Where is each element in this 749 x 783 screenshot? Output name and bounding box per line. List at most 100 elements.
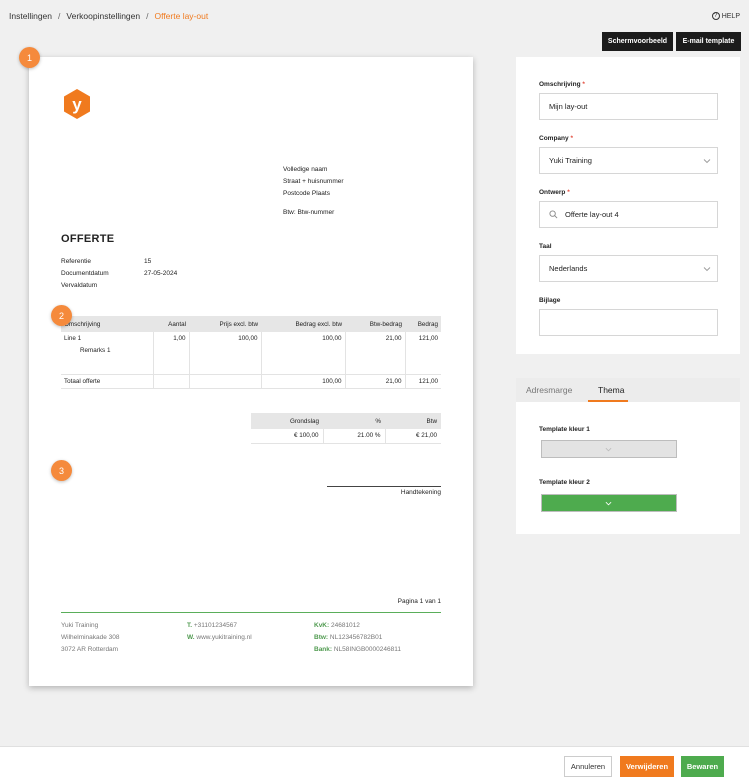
table-row: Line 1 Remarks 1 1,00 100,00 100,00 21,0… bbox=[61, 332, 441, 375]
taal-select[interactable]: Nederlands bbox=[539, 255, 718, 282]
screen-preview-button[interactable]: Schermvoorbeeld bbox=[602, 32, 673, 51]
tab-thema[interactable]: Thema bbox=[598, 385, 624, 395]
total-amount: 121,00 bbox=[404, 374, 441, 389]
table-total-row: Totaal offerte 100,00 21,00 121,00 bbox=[61, 374, 441, 389]
taal-label: Taal bbox=[539, 243, 552, 250]
column-header: Bedrag bbox=[405, 316, 441, 332]
line-remark: Remarks 1 bbox=[80, 347, 111, 354]
meta-label: Documentdatum bbox=[61, 270, 109, 277]
footer-contact-block: T. +31101234567 W. www.yukitraining.nl bbox=[187, 620, 252, 644]
breadcrumb: Instellingen / Verkoopinstellingen / Off… bbox=[9, 11, 208, 21]
active-tab-indicator bbox=[588, 400, 628, 402]
footer-web: www.yukitraining.nl bbox=[196, 634, 252, 641]
top-bar: Instellingen / Verkoopinstellingen / Off… bbox=[0, 0, 749, 34]
section-marker-1[interactable]: 1 bbox=[19, 47, 40, 68]
tab-adresmarge[interactable]: Adresmarge bbox=[526, 385, 572, 395]
meta-label: Vervaldatum bbox=[61, 282, 98, 289]
search-icon bbox=[549, 210, 558, 219]
ontwerp-label: Ontwerp * bbox=[539, 189, 570, 196]
ontwerp-value: Offerte lay-out 4 bbox=[565, 210, 619, 219]
company-select[interactable]: Yuki Training bbox=[539, 147, 718, 174]
line-amount: 121,00 bbox=[404, 332, 441, 375]
total-amount-excl: 100,00 bbox=[260, 374, 345, 389]
total-vat-amount: 21,00 bbox=[344, 374, 405, 389]
column-header: Btw-bedrag bbox=[345, 316, 405, 332]
footer-phone: +31101234567 bbox=[193, 622, 237, 629]
template-color-1-label: Template kleur 1 bbox=[539, 426, 590, 433]
column-header: Prijs excl. btw bbox=[189, 316, 261, 332]
logo-letter: y bbox=[72, 95, 82, 114]
company-label: Company * bbox=[539, 135, 573, 142]
breadcrumb-item-verkoopinstellingen[interactable]: Verkoopinstellingen bbox=[66, 11, 140, 21]
cancel-button[interactable]: Annuleren bbox=[564, 756, 612, 777]
chevron-down-icon bbox=[703, 159, 711, 164]
chevron-down-icon bbox=[605, 501, 612, 506]
address-name: Volledige naam bbox=[283, 166, 328, 173]
footer-bank: NL58INGB0000246811 bbox=[333, 646, 401, 653]
action-bar: Annuleren Verwijderen Bewaren bbox=[0, 746, 749, 783]
breadcrumb-separator: / bbox=[58, 11, 61, 21]
chevron-down-icon bbox=[703, 267, 711, 272]
document-preview: y Volledige naam Straat + huisnummer Pos… bbox=[29, 57, 473, 686]
address-street: Straat + huisnummer bbox=[283, 178, 344, 185]
table-row: € 100,00 21.00 % € 21,00 bbox=[251, 429, 441, 444]
ontwerp-search-field[interactable]: Offerte lay-out 4 bbox=[539, 201, 718, 228]
template-color-2-picker[interactable] bbox=[541, 494, 677, 512]
footer-company: Yuki Training bbox=[61, 622, 99, 629]
recipient-address: Volledige naam Straat + huisnummer Postc… bbox=[283, 164, 344, 219]
vat-percent: 21.00 % bbox=[322, 429, 385, 444]
footer-registration-block: KvK: 24681012 Btw: NL123456782B01 Bank: … bbox=[314, 620, 401, 656]
breadcrumb-item-instellingen[interactable]: Instellingen bbox=[9, 11, 52, 21]
company-value: Yuki Training bbox=[549, 156, 592, 165]
table-header-row: Omschrijving Aantal Prijs excl. btw Bedr… bbox=[61, 316, 441, 332]
chevron-down-icon bbox=[605, 447, 612, 452]
footer-btw: NL123456782B01 bbox=[329, 634, 383, 641]
total-label: Totaal offerte bbox=[61, 374, 153, 389]
footer-kvk-label: KvK: bbox=[314, 622, 330, 629]
line-vat-amount: 21,00 bbox=[344, 332, 405, 375]
omschrijving-input[interactable]: Mijn lay-out bbox=[539, 93, 718, 120]
help-label: HELP bbox=[721, 12, 740, 20]
template-color-1-picker[interactable] bbox=[541, 440, 677, 458]
footer-city: 3072 AR Rotterdam bbox=[61, 646, 119, 653]
delete-button[interactable]: Verwijderen bbox=[620, 756, 674, 777]
breadcrumb-item-current: Offerte lay-out bbox=[154, 11, 209, 21]
bijlage-field[interactable] bbox=[539, 309, 718, 336]
meta-row: Documentdatum 27-05-2024 bbox=[61, 268, 177, 280]
footer-divider bbox=[61, 612, 441, 613]
layout-settings-panel: Omschrijving * Mijn lay-out Company * Yu… bbox=[516, 57, 740, 354]
help-link[interactable]: ? HELP bbox=[711, 12, 740, 20]
omschrijving-value: Mijn lay-out bbox=[549, 102, 588, 111]
page-number: Pagina 1 van 1 bbox=[397, 598, 441, 605]
empty-cell bbox=[188, 374, 261, 389]
quote-lines-table: Omschrijving Aantal Prijs excl. btw Bedr… bbox=[61, 316, 441, 389]
column-header: Aantal bbox=[153, 316, 189, 332]
vat-summary-table: Grondslag % Btw € 100,00 21.00 % € 21,00 bbox=[251, 413, 441, 444]
meta-label: Referentie bbox=[61, 258, 91, 265]
breadcrumb-separator: / bbox=[146, 11, 149, 21]
footer-bank-label: Bank: bbox=[314, 646, 333, 653]
line-description: Line 1 bbox=[64, 335, 82, 342]
line-description-cell: Line 1 Remarks 1 bbox=[61, 332, 153, 375]
line-quantity: 1,00 bbox=[152, 332, 189, 375]
column-header: Btw bbox=[385, 413, 441, 429]
line-price: 100,00 bbox=[188, 332, 261, 375]
section-marker-3[interactable]: 3 bbox=[51, 460, 72, 481]
column-header: % bbox=[323, 413, 385, 429]
template-color-2-label: Template kleur 2 bbox=[539, 479, 590, 486]
email-template-button[interactable]: E-mail template bbox=[676, 32, 741, 51]
meta-row: Vervaldatum bbox=[61, 280, 177, 292]
save-button[interactable]: Bewaren bbox=[681, 756, 724, 777]
empty-cell bbox=[152, 374, 189, 389]
meta-row: Referentie 15 bbox=[61, 256, 177, 268]
document-title: OFFERTE bbox=[61, 233, 115, 245]
meta-value: 27-05-2024 bbox=[144, 270, 178, 277]
question-circle-icon: ? bbox=[711, 12, 720, 20]
signature-label: Handtekening bbox=[400, 489, 441, 496]
document-meta: Referentie 15 Documentdatum 27-05-2024 V… bbox=[61, 256, 177, 292]
line-amount-excl: 100,00 bbox=[260, 332, 345, 375]
section-marker-2[interactable]: 2 bbox=[51, 305, 72, 326]
column-header: Omschrijving bbox=[61, 316, 153, 332]
theme-panel: Adresmarge Thema Template kleur 1 Templa… bbox=[516, 378, 740, 534]
footer-street: Wilhelminakade 308 bbox=[61, 634, 120, 641]
